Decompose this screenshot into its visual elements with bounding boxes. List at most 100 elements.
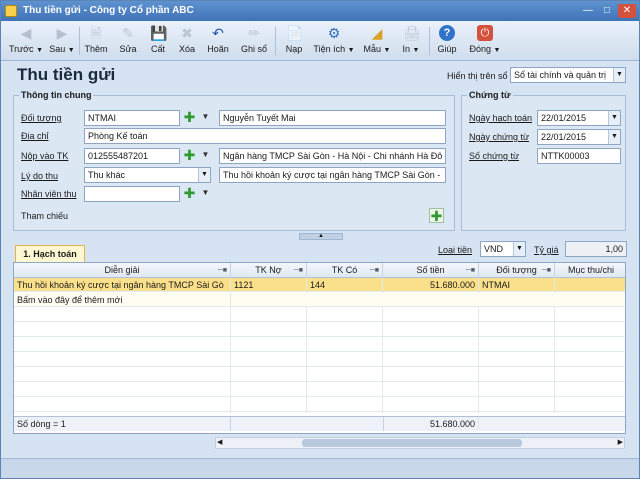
main-window: Thu tiền gửi - Công ty Cổ phần ABC — □ ✕…: [0, 0, 640, 479]
horizontal-scrollbar[interactable]: ◀ ▶: [215, 437, 625, 449]
add-button[interactable]: 🗎 Thêm: [81, 23, 111, 59]
voucher-number-field[interactable]: NTTK00003: [537, 148, 621, 164]
cell-object[interactable]: NTMAI: [479, 278, 555, 292]
display-select[interactable]: Sổ tài chính và quản trị ▼: [510, 67, 626, 83]
chevron-down-icon: ▼: [613, 68, 625, 82]
pencil-icon: ✏: [248, 25, 260, 41]
add-reference-icon[interactable]: ✚: [429, 208, 444, 223]
chevron-down-icon: ▼: [608, 130, 620, 144]
close-button[interactable]: ✕: [618, 4, 636, 18]
currency-select[interactable]: VND ▼: [480, 241, 526, 257]
column-header-object[interactable]: Đối tượng ─■: [479, 263, 555, 278]
power-icon: ⏻: [477, 25, 493, 41]
cell-description[interactable]: Thu hồi khoản ký cược tại ngân hàng TMCP…: [14, 278, 231, 292]
column-header-debit[interactable]: TK Nợ ─■: [231, 263, 307, 278]
posting-date-label: Ngày hạch toán: [469, 113, 533, 123]
collector-label: Nhân viên thu: [21, 189, 77, 199]
cell-debit[interactable]: 1121: [231, 278, 307, 292]
grid-footer: Số dòng = 1 51.680.000: [14, 416, 625, 431]
chevron-down-icon: ▼: [513, 242, 525, 256]
cell-amount[interactable]: 51.680.000: [383, 278, 479, 292]
column-header-credit[interactable]: TK Có ─■: [307, 263, 383, 278]
cell-credit[interactable]: 144: [307, 278, 383, 292]
column-header-income-item[interactable]: Mục thu/chi: [555, 263, 625, 278]
currency-label: Loại tiền: [438, 245, 473, 255]
address-label: Địa chỉ: [21, 131, 49, 141]
cell-income-item[interactable]: [555, 278, 625, 292]
utilities-icon: ⚙: [327, 25, 341, 41]
pin-icon: ─■: [465, 267, 475, 274]
undo-icon: ↶: [212, 25, 224, 41]
load-icon: 📄: [286, 25, 304, 41]
add-document-icon: 🗎: [90, 25, 102, 41]
pin-icon: ─■: [369, 267, 379, 274]
add-object-icon[interactable]: ✚: [182, 110, 197, 125]
general-info-title: Thông tin chung: [19, 90, 94, 100]
posting-date-field[interactable]: 22/01/2015 ▼: [537, 110, 621, 126]
voucher-date-label: Ngày chứng từ: [469, 132, 530, 142]
tab-accounting[interactable]: 1. Hạch toán: [15, 245, 85, 263]
display-label: Hiển thị trên sổ: [447, 71, 508, 81]
deposit-account-label: Nộp vào TK: [21, 151, 69, 161]
title-bar: Thu tiền gửi - Công ty Cổ phần ABC — □ ✕: [1, 1, 639, 21]
bank-name-field[interactable]: Ngân hàng TMCP Sài Gòn - Hà Nội - Chi nh…: [219, 148, 446, 164]
object-code-field[interactable]: NTMAI: [84, 110, 180, 126]
chevron-down-icon: ▼: [608, 111, 620, 125]
object-label: Đối tượng: [21, 113, 62, 123]
page-title: Thu tiền gửi: [17, 65, 116, 84]
save-button[interactable]: 💾 Cất: [144, 23, 172, 59]
app-icon: [5, 5, 17, 17]
load-button[interactable]: 📄 Nạp: [279, 23, 309, 59]
utilities-button[interactable]: ⚙ Tiện ích ▼: [311, 23, 357, 59]
add-new-hint[interactable]: Bấm vào đây để thêm mới: [14, 293, 231, 307]
minimize-button[interactable]: —: [579, 4, 597, 18]
print-icon: 🖨: [403, 25, 421, 41]
add-collector-icon[interactable]: ✚: [182, 186, 197, 201]
row-count: Số dòng = 1: [14, 417, 231, 431]
chevron-down-icon[interactable]: ▼: [198, 148, 213, 163]
table-row[interactable]: Thu hồi khoản ký cược tại ngân hàng TMCP…: [14, 278, 625, 292]
chevron-down-icon[interactable]: ▼: [198, 186, 213, 201]
column-header-description[interactable]: Diễn giải ─■: [14, 263, 231, 278]
address-field[interactable]: Phòng Kế toán: [84, 128, 446, 144]
next-button[interactable]: ▶ Sau ▼: [45, 23, 79, 59]
edit-icon: ✎: [122, 25, 134, 41]
collapse-splitter[interactable]: ▲: [299, 233, 343, 240]
scroll-left-icon[interactable]: ◀: [217, 438, 222, 446]
total-amount: 51.680.000: [383, 417, 479, 431]
chevron-down-icon[interactable]: ▼: [198, 110, 213, 125]
undo-button[interactable]: ↶ Hoãn: [202, 23, 234, 59]
voucher-date-field[interactable]: 22/01/2015 ▼: [537, 129, 621, 145]
scrollbar-thumb[interactable]: [302, 439, 522, 447]
print-button[interactable]: 🖨 In ▼: [397, 23, 425, 59]
exchange-rate-field[interactable]: 1,00: [565, 241, 627, 257]
previous-button[interactable]: ◀ Trước ▼: [7, 23, 45, 59]
reference-label: Tham chiếu: [21, 211, 69, 221]
window-title: Thu tiền gửi - Công ty Cổ phần ABC: [23, 5, 194, 16]
reason-description-field[interactable]: Thu hồi khoản ký cược tại ngân hàng TMCP…: [219, 167, 446, 183]
voucher-title: Chứng từ: [467, 90, 513, 100]
post-button[interactable]: ✏ Ghi sổ: [237, 23, 271, 59]
reason-label: Lý do thu: [21, 171, 59, 181]
deposit-account-field[interactable]: 012555487201: [84, 148, 180, 164]
add-account-icon[interactable]: ✚: [182, 148, 197, 163]
help-button[interactable]: ? Giúp: [433, 23, 461, 59]
pin-icon: ─■: [541, 267, 551, 274]
arrow-left-icon: ◀: [20, 25, 32, 41]
pin-icon: ─■: [217, 267, 227, 274]
collector-field[interactable]: [84, 186, 180, 202]
object-name-field[interactable]: Nguyễn Tuyết Mai: [219, 110, 446, 126]
template-button[interactable]: ◢ Mẫu ▼: [359, 23, 395, 59]
delete-button[interactable]: ✖ Xóa: [173, 23, 201, 59]
save-icon: 💾: [150, 25, 168, 41]
reason-select[interactable]: Thu khác ▼: [84, 167, 211, 183]
add-new-row[interactable]: Bấm vào đây để thêm mới: [14, 293, 625, 307]
pin-icon: ─■: [293, 267, 303, 274]
close-form-button[interactable]: ⏻ Đóng ▼: [465, 23, 505, 59]
column-header-amount[interactable]: Số tiền ─■: [383, 263, 479, 278]
delete-icon: ✖: [181, 25, 193, 41]
maximize-button[interactable]: □: [598, 4, 616, 18]
scroll-right-icon[interactable]: ▶: [618, 438, 623, 446]
help-icon: ?: [439, 25, 455, 41]
edit-button[interactable]: ✎ Sửa: [113, 23, 143, 59]
